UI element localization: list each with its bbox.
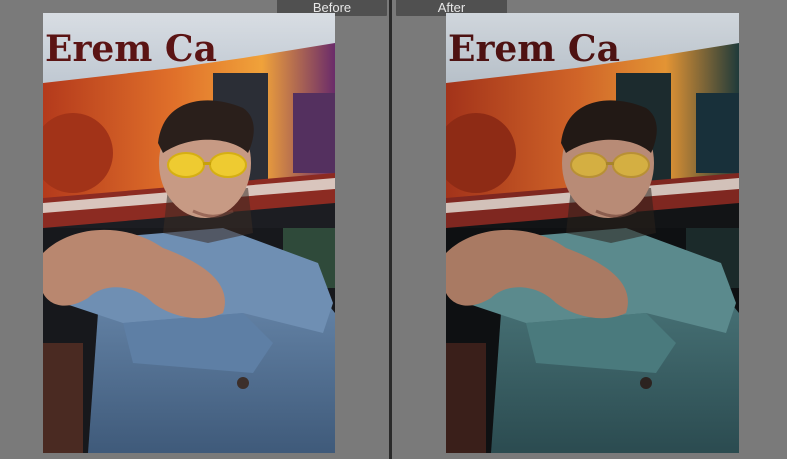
before-photo[interactable]: Erem Ca xyxy=(43,13,335,453)
split-divider[interactable] xyxy=(389,0,392,459)
sign-text: Erem Ca xyxy=(448,28,620,70)
before-pane: Before Erem Ca xyxy=(0,0,390,459)
sign-text: Erem Ca xyxy=(45,28,217,70)
after-photo-image: Erem Ca xyxy=(446,13,739,453)
after-photo[interactable]: Erem Ca xyxy=(446,13,739,453)
after-pane: After Erem Ca xyxy=(393,0,787,459)
before-photo-image: Erem Ca xyxy=(43,13,335,453)
